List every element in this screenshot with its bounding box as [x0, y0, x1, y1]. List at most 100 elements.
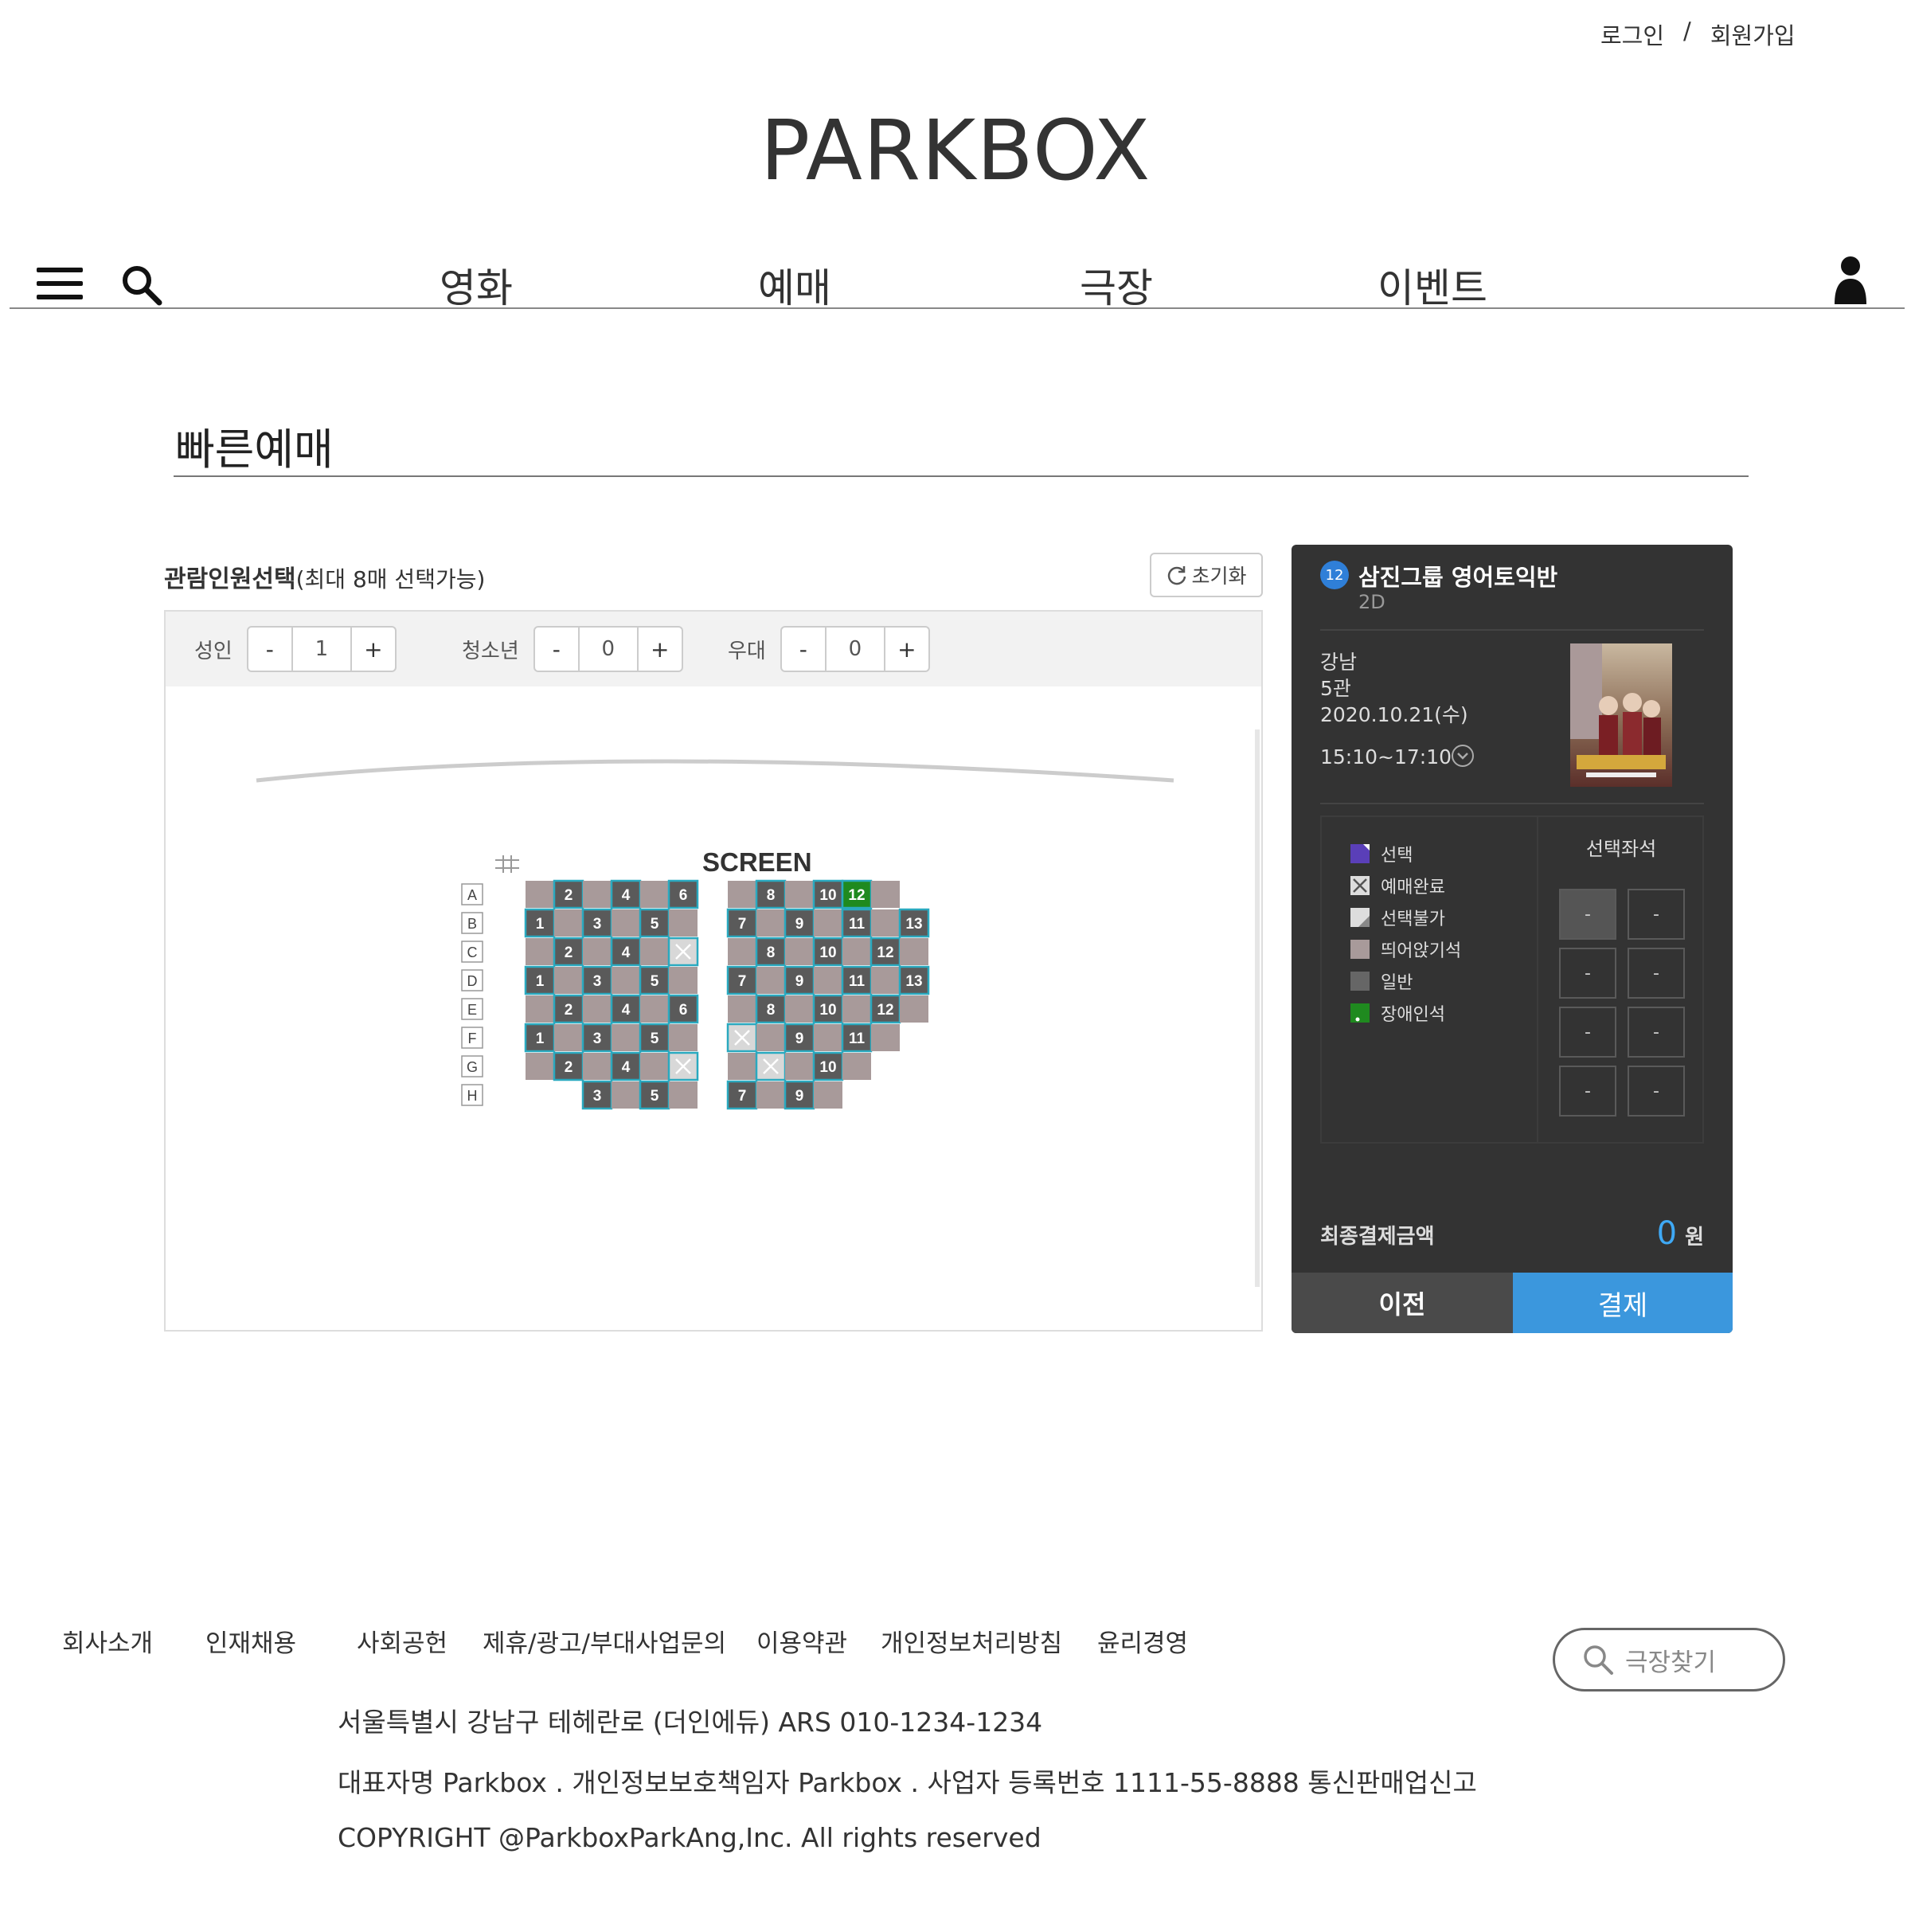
selected-seat-slot[interactable]: - [1628, 1066, 1685, 1117]
seat-D-L-4[interactable]: 5 [639, 965, 670, 995]
seat-number: 10 [819, 1059, 836, 1076]
youth-minus-button[interactable]: - [535, 628, 578, 671]
seat-B-L-4[interactable]: 5 [639, 908, 670, 938]
selected-seat-slot[interactable]: - [1559, 1066, 1616, 1117]
seat-H-R-0[interactable]: 7 [726, 1080, 758, 1110]
seat-D-R-2[interactable]: 9 [784, 965, 815, 995]
seat-F-L-2[interactable]: 3 [581, 1023, 613, 1053]
login-link[interactable]: 로그인 [1600, 18, 1664, 51]
seat-G-L-1[interactable]: 2 [553, 1051, 584, 1081]
selected-seat-slot[interactable]: - [1628, 1007, 1685, 1058]
seat-G-L-3[interactable]: 4 [610, 1051, 642, 1081]
seat-D-L-0[interactable]: 1 [524, 965, 556, 995]
seat-C-R-5[interactable]: 12 [870, 937, 901, 967]
theater-search-button[interactable]: 극장찾기 [1553, 1628, 1785, 1691]
seat-B-R-2[interactable]: 9 [784, 908, 815, 938]
seat-number: 1 [536, 916, 545, 933]
seat-E-R-1[interactable]: 8 [755, 994, 787, 1024]
footer-link-privacy[interactable]: 개인정보처리방침 [881, 1623, 1062, 1659]
selected-seat-slot[interactable]: - [1559, 948, 1616, 999]
seat-H-R-2[interactable]: 9 [784, 1080, 815, 1110]
seat-C-R-3[interactable]: 10 [812, 937, 844, 967]
pay-button[interactable]: 결제 [1513, 1273, 1733, 1333]
seat-A-R-1[interactable]: 8 [755, 879, 787, 909]
seat-B-R-0[interactable]: 7 [726, 908, 758, 938]
seat-D-R-4[interactable]: 11 [841, 965, 873, 995]
row-label-B: B [461, 912, 483, 934]
seat-F-R-2[interactable]: 9 [784, 1023, 815, 1053]
special-plus-button[interactable]: + [885, 628, 928, 671]
seat-E-L-4 [640, 995, 669, 1023]
seat-E-R-5[interactable]: 12 [870, 994, 901, 1024]
age-rating-badge: 12 [1320, 561, 1349, 589]
seat-E-L-5[interactable]: 6 [667, 994, 699, 1024]
nav-item-events[interactable]: 이벤트 [1378, 256, 1487, 314]
seat-B-L-0[interactable]: 1 [524, 908, 556, 938]
selected-seat-slot[interactable]: - [1628, 948, 1685, 999]
prev-button[interactable]: 이전 [1292, 1273, 1513, 1333]
adult-minus-button[interactable]: - [248, 628, 291, 671]
selected-seat-slot[interactable]: - [1559, 1007, 1616, 1058]
seat-C-L-3[interactable]: 4 [610, 937, 642, 967]
seat-B-R-6[interactable]: 13 [898, 908, 930, 938]
signup-link[interactable]: 회원가입 [1710, 18, 1796, 51]
user-icon[interactable] [1833, 255, 1868, 306]
seat-F-L-0[interactable]: 1 [524, 1023, 556, 1053]
search-icon[interactable] [119, 263, 164, 307]
selected-seat-slot[interactable]: - [1559, 889, 1616, 940]
seat-C-L-5 [667, 937, 699, 967]
seat-A-L-3[interactable]: 4 [610, 879, 642, 909]
reset-label: 초기화 [1191, 565, 1247, 588]
reset-button[interactable]: 초기화 [1150, 553, 1263, 597]
seat-F-L-4[interactable]: 5 [639, 1023, 670, 1053]
seat-D-R-6[interactable]: 13 [898, 965, 930, 995]
seat-D-L-2[interactable]: 3 [581, 965, 613, 995]
seat-C-R-1[interactable]: 8 [755, 937, 787, 967]
footer-link-company[interactable]: 회사소개 [62, 1623, 153, 1659]
seat-legend-box: 선택 예매완료 선택불가 띄어앉기석 일반 장애인석 선택좌석 - - - - … [1320, 815, 1704, 1144]
site-logo[interactable]: PARKBOX [0, 102, 1911, 199]
youth-plus-button[interactable]: + [639, 628, 682, 671]
seat-H-L-4[interactable]: 5 [639, 1080, 670, 1110]
seat-C-L-1[interactable]: 2 [553, 937, 584, 967]
seat-D-R-1 [756, 967, 785, 994]
footer-link-partnership[interactable]: 제휴/광고/부대사업문의 [483, 1623, 726, 1659]
svg-text:D: D [467, 973, 478, 989]
legend-normal: 일반 [1350, 968, 1413, 994]
seat-B-R-4[interactable]: 11 [841, 908, 873, 938]
footer-link-terms[interactable]: 이용약관 [756, 1623, 847, 1659]
seat-number: 5 [651, 1031, 659, 1047]
adult-plus-button[interactable]: + [352, 628, 395, 671]
seat-G-R-2 [785, 1053, 814, 1080]
footer-link-careers[interactable]: 인재채용 [205, 1623, 296, 1659]
legend-normal-swatch [1350, 972, 1370, 991]
seat-D-R-0[interactable]: 7 [726, 965, 758, 995]
adult-count: 1 [291, 628, 352, 671]
nav-item-movies[interactable]: 영화 [440, 256, 513, 314]
seat-H-L-2[interactable]: 3 [581, 1080, 613, 1110]
seat-number: 10 [819, 944, 836, 961]
seat-G-L-4 [640, 1053, 669, 1080]
seat-F-R-4[interactable]: 11 [841, 1023, 873, 1053]
seat-E-L-1[interactable]: 2 [553, 994, 584, 1024]
chevron-down-icon[interactable] [1451, 744, 1475, 768]
nav-item-theaters[interactable]: 극장 [1080, 256, 1153, 314]
seat-map-scrollbar[interactable] [1255, 729, 1260, 1287]
seat-G-R-3[interactable]: 10 [812, 1051, 844, 1081]
summary-divider [1320, 629, 1704, 631]
seat-A-L-5[interactable]: 6 [667, 879, 699, 909]
nav-item-booking[interactable]: 예매 [758, 256, 831, 314]
footer-link-ethics[interactable]: 윤리경영 [1097, 1623, 1188, 1659]
seat-A-R-4[interactable]: 12 [841, 879, 873, 909]
seat-E-L-3[interactable]: 4 [610, 994, 642, 1024]
seat-A-R-3[interactable]: 10 [812, 879, 844, 909]
total-payment-label: 최종결제금액 [1320, 1225, 1435, 1249]
special-minus-button[interactable]: - [782, 628, 825, 671]
seat-E-R-3[interactable]: 10 [812, 994, 844, 1024]
menu-icon[interactable] [37, 268, 83, 301]
footer-link-csr[interactable]: 사회공헌 [357, 1623, 447, 1659]
seat-A-L-1[interactable]: 2 [553, 879, 584, 909]
selected-seat-slot[interactable]: - [1628, 889, 1685, 940]
screen-curve [256, 759, 1174, 783]
seat-B-L-2[interactable]: 3 [581, 908, 613, 938]
